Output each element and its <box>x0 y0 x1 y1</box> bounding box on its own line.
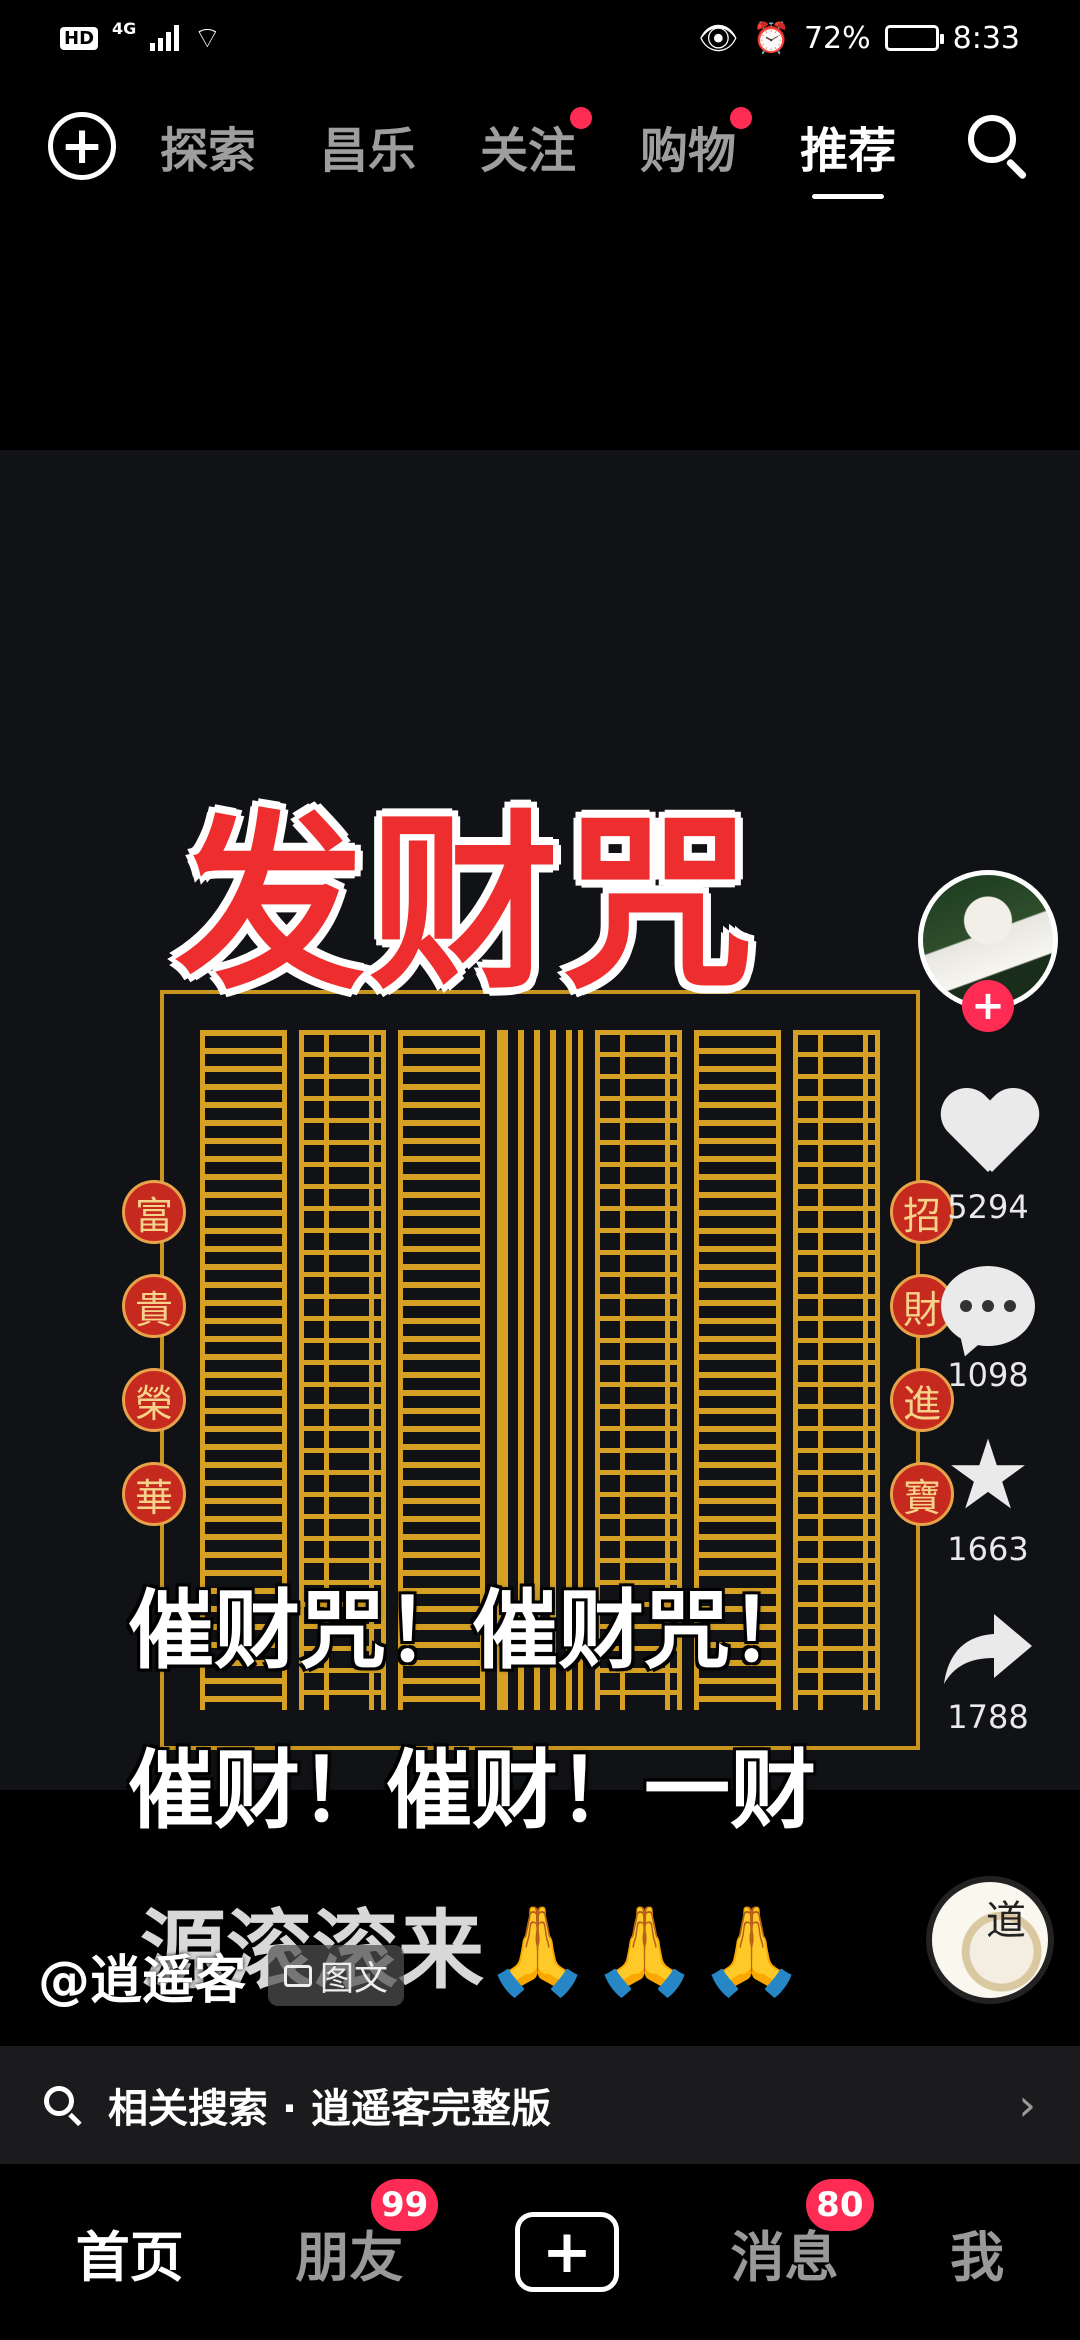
tab-local[interactable]: 昌乐 <box>320 111 416 181</box>
nav-friends[interactable]: 朋友 99 <box>295 2178 439 2292</box>
share-action[interactable]: 1788 <box>940 1608 1036 1736</box>
subtitle-line: 催财！催财！一财 <box>128 1741 816 1841</box>
music-disc[interactable] <box>926 1876 1054 2004</box>
tab-explore[interactable]: 探索 <box>160 111 256 181</box>
status-right: 👁 ⏰ 72% 8:33 <box>698 19 1020 57</box>
seal: 榮 <box>122 1368 186 1432</box>
battery-percent: 72% <box>803 20 871 56</box>
subtitle-line: 催财咒！催财咒！ <box>128 1581 816 1681</box>
wifi-icon: ⌔ <box>193 21 222 56</box>
nav-label: 我 <box>950 2225 1005 2289</box>
author-name[interactable]: @逍遥客 <box>38 1938 246 2013</box>
nav-messages[interactable]: 消息 80 <box>730 2178 874 2292</box>
nav-me[interactable]: 我 <box>950 2213 1004 2292</box>
network-type: 4G <box>112 18 137 38</box>
related-search-text: 相关搜索 · 逍遥客完整版 <box>108 2086 552 2132</box>
video-title: 发财咒 <box>175 794 758 1015</box>
favorite-count: 1663 <box>947 1530 1029 1568</box>
like-action[interactable]: 5294 <box>940 1090 1036 1226</box>
tab-label: 探索 <box>160 123 257 179</box>
notification-dot <box>570 107 593 129</box>
tab-label: 推荐 <box>800 123 897 179</box>
clock: 8:33 <box>952 20 1020 56</box>
related-search-bar[interactable]: 相关搜索 · 逍遥客完整版 › <box>0 2046 1080 2164</box>
seal-column-left: 富 貴 榮 華 <box>122 1180 186 1526</box>
add-circle-button[interactable]: + <box>48 112 116 180</box>
status-bar: HD 4G ⌔ 👁 ⏰ 72% 8:33 <box>0 0 1080 76</box>
action-rail: + 5294 1098 ★ 1663 1788 <box>918 870 1058 1736</box>
post-type-tag: 图文 <box>268 1945 405 2006</box>
nav-label: 消息 <box>730 2225 839 2289</box>
tab-recommend[interactable]: 推荐 <box>800 111 896 181</box>
create-button[interactable]: + <box>514 2212 619 2292</box>
alarm-icon: ⏰ <box>752 20 790 56</box>
comment-action[interactable]: 1098 <box>941 1266 1035 1394</box>
like-count: 5294 <box>947 1188 1029 1226</box>
author-avatar-wrap: + <box>918 870 1058 1032</box>
tab-label: 昌乐 <box>320 123 417 179</box>
hd-icon: HD <box>60 26 99 50</box>
nav-label: 首页 <box>75 2225 184 2289</box>
tab-label: 关注 <box>480 123 577 179</box>
heart-icon[interactable] <box>940 1090 1036 1178</box>
top-tabs: 探索 昌乐 关注 购物 推荐 <box>160 107 896 181</box>
tab-following[interactable]: 关注 <box>480 107 593 181</box>
battery-icon <box>884 25 944 51</box>
top-nav: + 探索 昌乐 关注 购物 推荐 <box>0 76 1080 216</box>
signal-icon <box>150 25 180 51</box>
friends-badge: 99 <box>370 2178 439 2231</box>
search-icon[interactable] <box>962 111 1032 181</box>
star-icon[interactable]: ★ <box>945 1427 1031 1523</box>
search-icon <box>44 2086 82 2127</box>
eye-icon: 👁 <box>697 19 739 57</box>
seal: 富 <box>122 1180 186 1244</box>
author-row: @逍遥客 图文 <box>38 1938 405 2013</box>
share-icon[interactable] <box>940 1608 1036 1688</box>
tab-shopping[interactable]: 购物 <box>640 107 753 181</box>
notification-dot <box>730 107 753 129</box>
nav-label: 朋友 <box>295 2225 404 2289</box>
share-count: 1788 <box>947 1698 1029 1736</box>
post-type-label: 图文 <box>320 1959 389 1999</box>
chevron-right-icon: › <box>1018 2079 1036 2131</box>
tab-label: 购物 <box>640 123 737 179</box>
status-left: HD 4G ⌔ <box>60 19 221 57</box>
bottom-nav: 首页 朋友 99 + 消息 80 我 <box>0 2164 1080 2340</box>
image-icon <box>284 1964 313 1987</box>
comment-icon[interactable] <box>941 1266 1035 1346</box>
seal: 貴 <box>122 1274 186 1338</box>
nav-home[interactable]: 首页 <box>76 2213 184 2292</box>
follow-button[interactable]: + <box>962 980 1014 1032</box>
favorite-action[interactable]: ★ 1663 <box>945 1427 1031 1568</box>
comment-count: 1098 <box>947 1356 1029 1394</box>
messages-badge: 80 <box>806 2178 874 2231</box>
seal: 華 <box>122 1462 186 1526</box>
